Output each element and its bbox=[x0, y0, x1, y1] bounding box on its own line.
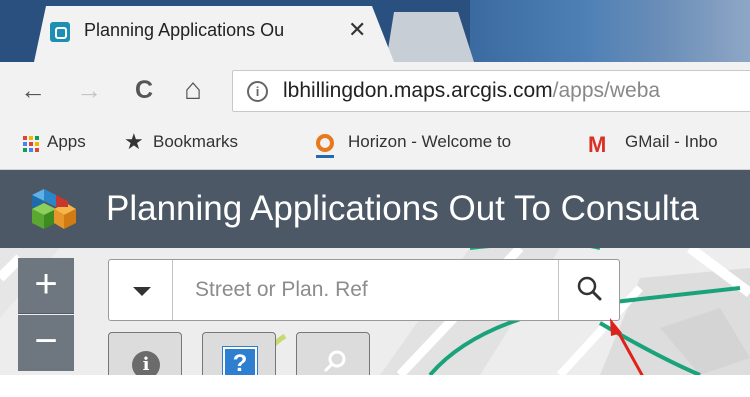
apps-grid-icon[interactable] bbox=[23, 136, 39, 152]
search-input[interactable] bbox=[175, 260, 557, 320]
search-button[interactable] bbox=[558, 260, 620, 320]
search-source-dropdown[interactable] bbox=[109, 260, 173, 320]
address-bar[interactable]: i lbhillingdon.maps.arcgis.com/apps/weba bbox=[232, 70, 750, 112]
info-tool-button[interactable]: i bbox=[108, 332, 182, 375]
bookmarks-bar: Apps ★ Bookmarks Horizon - Welcome to M … bbox=[0, 120, 750, 170]
url-text[interactable]: lbhillingdon.maps.arcgis.com/apps/weba bbox=[283, 79, 660, 103]
info-icon: i bbox=[132, 351, 160, 375]
bookmark-gmail[interactable]: GMail - Inbo bbox=[625, 132, 718, 152]
tab-strip: Planning Applications Ou ✕ bbox=[0, 0, 750, 62]
browser-toolbar: ← → C ⌂ i lbhillingdon.maps.arcgis.com/a… bbox=[0, 62, 750, 120]
help-icon: ? bbox=[222, 346, 258, 375]
zoom-out-button[interactable]: − bbox=[18, 315, 74, 371]
app-title: Planning Applications Out To Consulta bbox=[106, 189, 699, 228]
tab-inactive[interactable] bbox=[386, 12, 474, 62]
star-icon: ★ bbox=[124, 129, 144, 154]
bookmark-apps[interactable]: Apps bbox=[47, 132, 86, 152]
search-icon bbox=[577, 276, 602, 301]
site-info-icon[interactable]: i bbox=[247, 81, 268, 102]
gmail-icon: M bbox=[588, 132, 607, 157]
screenshot: Planning Applications Ou ✕ ← → C ⌂ i lbh… bbox=[0, 0, 750, 375]
zoom-in-button[interactable]: + bbox=[18, 258, 74, 314]
horizon-icon bbox=[316, 134, 334, 158]
bookmark-bookmarks[interactable]: Bookmarks bbox=[153, 132, 238, 152]
cubes-logo-icon bbox=[32, 189, 76, 229]
locate-tool-button[interactable] bbox=[296, 332, 370, 375]
tab-title[interactable]: Planning Applications Ou bbox=[84, 20, 334, 41]
app-header: Planning Applications Out To Consulta bbox=[0, 170, 750, 248]
bookmark-horizon[interactable]: Horizon - Welcome to bbox=[348, 132, 570, 152]
tab-close-icon[interactable]: ✕ bbox=[348, 17, 366, 43]
map-view[interactable]: + − i ? bbox=[0, 248, 750, 375]
search-widget bbox=[108, 259, 620, 321]
favicon-icon bbox=[50, 22, 70, 42]
back-button[interactable]: ← bbox=[20, 76, 46, 104]
forward-button[interactable]: → bbox=[76, 76, 102, 104]
locate-icon bbox=[323, 350, 346, 373]
reload-button[interactable]: C bbox=[135, 76, 153, 104]
help-tool-button[interactable]: ? bbox=[202, 332, 276, 375]
home-button[interactable]: ⌂ bbox=[184, 75, 202, 105]
